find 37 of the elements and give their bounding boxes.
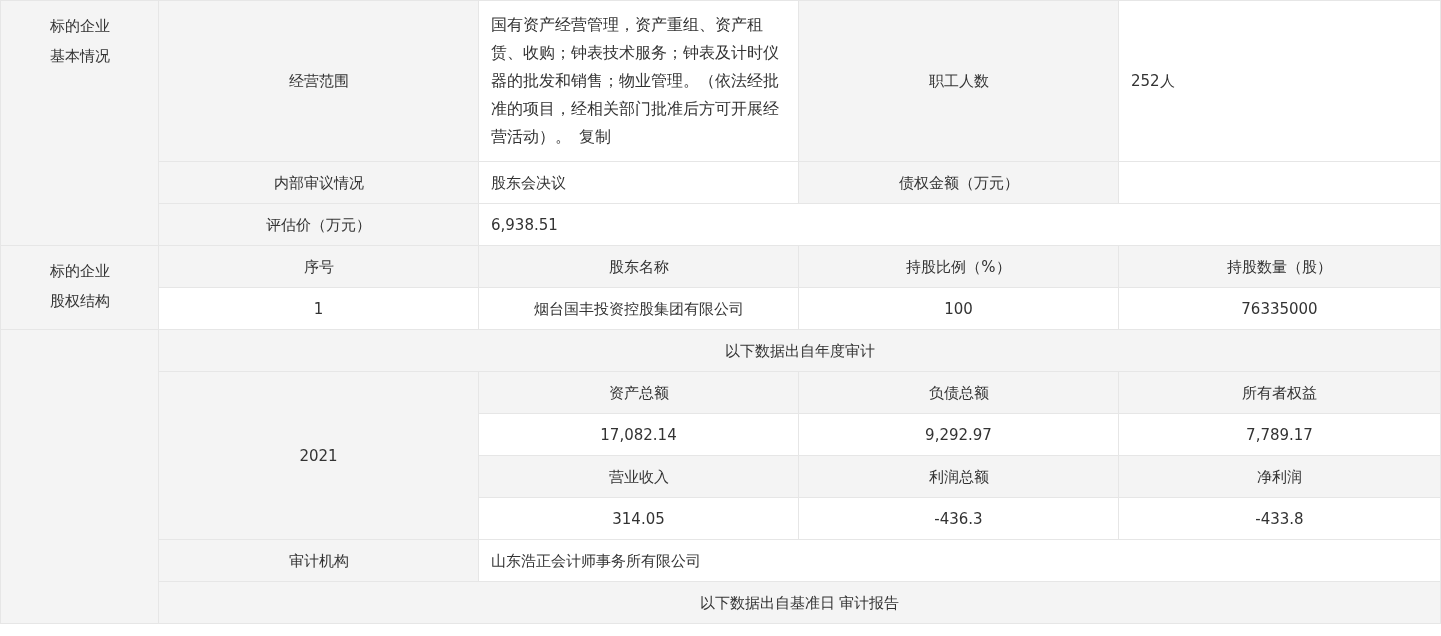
section-label: 标的企业基本情况 — [48, 16, 111, 67]
field-label: 内部审议情况 — [273, 173, 364, 192]
field-value: 股东会决议 — [491, 173, 566, 192]
table-cell: 17,082.14 — [600, 425, 677, 444]
field-value: 6,938.51 — [491, 215, 558, 234]
field-label: 经营范围 — [288, 72, 349, 90]
column-header: 营业收入 — [608, 467, 669, 486]
column-header: 负债总额 — [928, 383, 989, 402]
table-cell: 9,292.97 — [925, 425, 992, 444]
field-label: 债权金额（万元） — [898, 173, 1019, 192]
table-cell: 100 — [944, 299, 973, 318]
column-header: 资产总额 — [608, 383, 669, 402]
field-value: 252人 — [1131, 72, 1175, 90]
field-label: 评估价（万元） — [266, 215, 371, 234]
table-cell: 314.05 — [612, 509, 665, 528]
table-cell: 76335000 — [1241, 299, 1318, 318]
column-header: 股东名称 — [608, 257, 669, 276]
section-label: 标的企业股权结构 — [48, 261, 111, 312]
section-heading: 以下数据出自基准日 审计报告 — [699, 593, 900, 612]
table-cell: 7,789.17 — [1246, 425, 1313, 444]
column-header: 净利润 — [1257, 467, 1302, 486]
field-label: 审计机构 — [288, 551, 349, 570]
table-cell: -436.3 — [934, 509, 983, 528]
copy-link[interactable]: 复制 — [579, 128, 611, 146]
table-cell: 1 — [313, 299, 324, 318]
column-header: 所有者权益 — [1242, 383, 1317, 402]
business-scope-text: 国有资产经营管理，资产重组、资产租赁、收购；钟表技术服务；钟表及计时仪器的批发和销售；物业管理。（依法经批准的项目，经相关部门批准后方可开展经营活动）。 复制 — [491, 15, 780, 148]
year-label: 2021 — [299, 446, 338, 465]
table-cell: -433.8 — [1255, 509, 1304, 528]
field-label: 职工人数 — [928, 72, 989, 90]
column-header: 利润总额 — [928, 467, 989, 486]
field-value: 山东浩正会计师事务所有限公司 — [491, 551, 701, 570]
column-header: 序号 — [303, 257, 334, 276]
section-heading: 以下数据出自年度审计 — [724, 341, 875, 360]
column-header: 持股数量（股） — [1227, 257, 1332, 276]
column-header: 持股比例（%） — [906, 257, 1011, 276]
table-cell: 烟台国丰投资控股集团有限公司 — [533, 299, 744, 318]
